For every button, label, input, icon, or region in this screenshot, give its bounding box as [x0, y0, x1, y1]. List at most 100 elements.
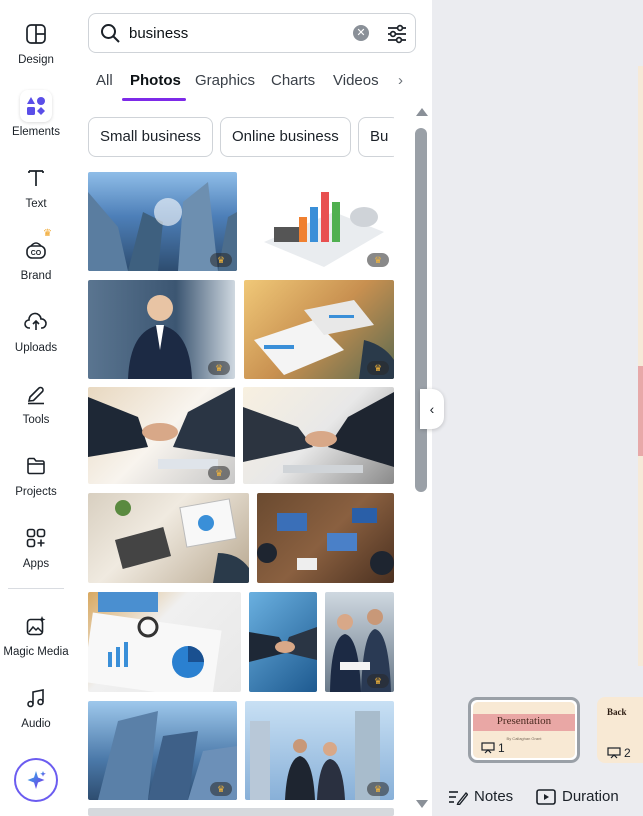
elements-panel: ✕ All Photos Graphics Charts Videos › Sm…: [72, 0, 468, 816]
rail-label-brand: Brand: [20, 270, 52, 282]
handshake-office-image: [243, 392, 394, 473]
photo-result[interactable]: [88, 493, 249, 583]
notes-label: Notes: [474, 788, 514, 805]
handshake-closeup-image: [249, 627, 317, 662]
photo-result[interactable]: [249, 592, 317, 692]
tab-videos[interactable]: Videos: [333, 72, 379, 89]
duration-button[interactable]: Duration: [536, 788, 619, 805]
presentation-icon: [607, 747, 621, 759]
category-tabs: All Photos Graphics Charts Videos ›: [88, 68, 418, 101]
audio-icon: [20, 682, 52, 714]
premium-crown-icon: ♛: [367, 674, 389, 688]
chip-online-business[interactable]: Online business: [220, 117, 351, 157]
page-thumbnail-2[interactable]: Back 2: [597, 697, 643, 763]
active-tab-indicator: [122, 98, 186, 101]
tab-charts[interactable]: Charts: [271, 72, 315, 89]
reports-magnifier-image: [88, 592, 222, 692]
photo-result[interactable]: ♛: [88, 387, 235, 484]
premium-crown-icon: ♛: [367, 253, 389, 267]
notes-button[interactable]: Notes: [448, 788, 513, 805]
premium-crown-icon: ♛: [210, 253, 232, 267]
photo-result[interactable]: ♛: [244, 280, 394, 379]
panel-scrollbar[interactable]: [414, 104, 428, 816]
sparkle-icon: [27, 771, 46, 789]
tab-graphics[interactable]: Graphics: [195, 72, 255, 89]
page-number: 1: [481, 741, 505, 755]
rail-label-apps: Apps: [22, 558, 50, 570]
projects-icon: [20, 450, 52, 482]
collapse-panel-button[interactable]: ‹: [420, 389, 444, 429]
rail-item-text[interactable]: Text: [0, 162, 72, 224]
rail-label-magic-media: Magic Media: [3, 646, 69, 658]
elements-icon: [20, 90, 52, 122]
page-thumbnail-1[interactable]: Presentation By Callaghan Grant 1: [468, 697, 580, 763]
rail-label-tools: Tools: [22, 414, 50, 426]
scroll-thumb[interactable]: [415, 128, 427, 492]
magic-assistant-button[interactable]: [14, 758, 58, 802]
rail-item-projects[interactable]: Projects: [0, 450, 72, 512]
rail-item-design[interactable]: Design: [0, 18, 72, 80]
premium-crown-icon: ♛: [367, 361, 389, 375]
rail-item-apps[interactable]: Apps: [0, 522, 72, 584]
tab-all[interactable]: All: [96, 72, 113, 89]
rail-item-audio[interactable]: Audio: [0, 682, 72, 744]
photo-result[interactable]: ♛: [88, 701, 237, 800]
duration-label: Duration: [562, 788, 619, 805]
photo-result-partial[interactable]: [88, 808, 394, 816]
scroll-up-icon[interactable]: [416, 108, 428, 116]
rail-label-text: Text: [25, 198, 47, 210]
photo-result[interactable]: ♛: [245, 701, 394, 800]
premium-crown-icon: ♛: [208, 361, 230, 375]
desk-tablet-image: [114, 498, 249, 583]
svg-text:CO: CO: [31, 250, 42, 257]
scroll-down-icon[interactable]: [416, 800, 428, 808]
magic-media-icon: [20, 610, 52, 642]
suggestion-chips: Small business Online business Bu: [88, 117, 394, 157]
rail-label-projects: Projects: [15, 486, 57, 498]
tabs-scroll-right[interactable]: ›: [398, 72, 403, 89]
photo-result[interactable]: [88, 592, 241, 692]
photo-results-grid: ♛ ♛ ♛ ♛ ♛ ♛ ♛ ♛: [88, 172, 394, 816]
rail-label-uploads: Uploads: [14, 342, 58, 354]
filter-icon[interactable]: [385, 22, 409, 46]
chip-small-business[interactable]: Small business: [88, 117, 213, 157]
rail-item-elements[interactable]: Elements: [0, 90, 72, 152]
rail-item-magic-media[interactable]: Magic Media: [0, 610, 72, 672]
rail-item-uploads[interactable]: Uploads: [0, 306, 72, 368]
rail-item-brand[interactable]: CO ♛ Brand: [0, 228, 72, 296]
text-icon: [20, 162, 52, 194]
photo-result[interactable]: [257, 493, 394, 583]
design-icon: [20, 18, 52, 50]
play-icon: [536, 788, 556, 805]
rail-label-audio: Audio: [21, 718, 51, 730]
side-rail: Design Elements Text CO ♛ Brand Uploads …: [0, 0, 72, 816]
premium-crown-icon: ♛: [208, 466, 230, 480]
notes-icon: [449, 790, 468, 805]
photo-result[interactable]: [243, 387, 394, 484]
photo-result[interactable]: ♛: [88, 172, 237, 271]
premium-crown-icon: ♛: [367, 782, 389, 796]
page-number: 2: [607, 746, 631, 760]
presentation-icon: [481, 742, 495, 754]
chip-more[interactable]: Bu: [358, 117, 394, 157]
rail-item-tools[interactable]: Tools: [0, 378, 72, 440]
editor-window: Design Elements Text CO ♛ Brand Uploads …: [0, 0, 643, 816]
page-strip: Presentation By Callaghan Grant 1 Back 2…: [432, 690, 643, 816]
search-icon: [101, 24, 120, 43]
canvas-area: [432, 0, 643, 690]
design-page-edge[interactable]: [638, 66, 643, 666]
brand-crown-icon: ♛: [43, 228, 52, 239]
photo-result[interactable]: ♛: [325, 592, 394, 692]
rail-label-elements: Elements: [12, 126, 60, 138]
tools-icon: [20, 378, 52, 410]
search-box[interactable]: ✕: [88, 13, 416, 53]
clear-search-button[interactable]: ✕: [353, 25, 369, 41]
premium-crown-icon: ♛: [210, 782, 232, 796]
search-input[interactable]: [129, 24, 349, 42]
apps-icon: [20, 522, 52, 554]
photo-result[interactable]: ♛: [244, 172, 394, 271]
tab-photos[interactable]: Photos: [130, 72, 181, 89]
photo-result[interactable]: ♛: [88, 280, 235, 379]
rail-divider: [8, 588, 64, 589]
thumbnail-title: Back: [607, 707, 627, 717]
